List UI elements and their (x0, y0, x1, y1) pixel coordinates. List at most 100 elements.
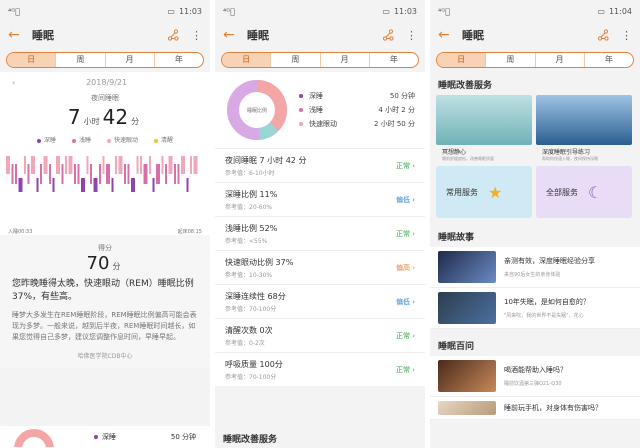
peek-legend: 深睡 (94, 432, 116, 442)
stage-bar (149, 156, 151, 174)
metric-status: 正常 › (395, 332, 415, 340)
tab-month[interactable]: 月 (534, 53, 584, 67)
more-menu-icon[interactable]: ⋮ (621, 29, 632, 42)
qa-title: 喝酒能帮助入睡吗？ (504, 366, 567, 374)
share-icon[interactable] (167, 29, 179, 41)
stage-bar (52, 178, 55, 192)
story-item[interactable]: 亲测有效，深度睡眠经验分享 来自90后女生的亲身体验 (430, 247, 640, 288)
metric-ref: 参考值：70-100分 (225, 374, 277, 381)
section-title-improve: 睡眠改善服务 (215, 426, 425, 448)
service-card-meditation[interactable]: 冥想静心 睡前舒缓放松，改善睡眠质量 (436, 95, 532, 162)
back-arrow-icon[interactable]: ← (8, 27, 28, 43)
date-label: 2018/9/21 (86, 78, 128, 87)
stage-bar (190, 156, 192, 174)
all-services-tile[interactable]: 全部服务 ☾ (536, 166, 632, 218)
tab-week[interactable]: 周 (55, 53, 104, 67)
story-title: 亲测有效，深度睡眠经验分享 (504, 257, 595, 265)
signal-icon: ⁴ᴳ᪲ (8, 6, 20, 16)
tab-day[interactable]: 日 (437, 53, 486, 67)
metric-name: 清醒次数 0次 (225, 326, 273, 335)
metrics-list: 夜间睡眠 7 小时 42 分参考值：6-10小时 正常 › 深睡比例 11% 参考值：… (215, 148, 425, 386)
qa-sub: 睡前饮酒第三弹Q21-Q30 (504, 381, 562, 387)
stage-bar (93, 178, 98, 192)
stage-bar (77, 164, 80, 184)
metric-name: 夜间睡眠 7 小时 42 分 (225, 156, 307, 165)
qa-thumb (438, 360, 496, 392)
tab-year[interactable]: 年 (368, 53, 418, 67)
story-thumb (438, 292, 496, 324)
common-services-tile[interactable]: 常用服务 ★ (436, 166, 532, 218)
metric-row[interactable]: 深睡比例 11% 参考值：20-60% 偏低 › (215, 182, 425, 216)
back-arrow-icon[interactable]: ← (223, 27, 243, 43)
stage-bar (99, 164, 101, 184)
share-icon[interactable] (382, 29, 394, 41)
more-menu-icon[interactable]: ⋮ (406, 29, 417, 42)
metric-ref: 参考值：<55% (225, 238, 268, 245)
stage-bar (177, 164, 180, 184)
metric-row[interactable]: 清醒次数 0次 参考值：0-2次 正常 › (215, 318, 425, 352)
tab-year[interactable]: 年 (583, 53, 633, 67)
signal-icon: ⁴ᴳ᪲ (223, 6, 235, 16)
period-tabs: 日 周 月 年 (436, 52, 634, 68)
status-bar: ⁴ᴳ᪲ ▭ 11:03 (215, 0, 425, 22)
stage-bar (11, 164, 14, 184)
metric-status: 偏低 › (395, 196, 415, 204)
more-menu-icon[interactable]: ⋮ (191, 29, 202, 42)
metric-row[interactable]: 夜间睡眠 7 小时 42 分参考值：6-10小时 正常 › (215, 148, 425, 182)
stage-bar (140, 156, 142, 174)
share-icon[interactable] (597, 29, 609, 41)
back-arrow-icon[interactable]: ← (438, 27, 458, 43)
tab-day[interactable]: 日 (7, 53, 56, 67)
story-thumb (438, 251, 496, 283)
qa-item[interactable]: 睡前玩手机，对身体有伤害吗？ (430, 397, 640, 420)
metric-row[interactable]: 深睡连续性 68分 参考值：70-100分 偏低 › (215, 284, 425, 318)
stage-bar (65, 156, 67, 174)
metric-row[interactable]: 快速眼动比例 37% 参考值：10-30% 偏高 › (215, 250, 425, 284)
prev-day-icon[interactable]: ‹ (12, 78, 15, 87)
stage-bar (74, 164, 76, 184)
ocean-image (536, 95, 632, 145)
daily-card: ‹ 2018/9/21 夜间睡眠 7 小时 42 分 深睡 浅睡 快速眼动 清醒 入睡0… (0, 72, 210, 235)
sleep-stage-chart (6, 156, 198, 192)
stage-bar (27, 164, 30, 184)
stage-bar (36, 178, 39, 192)
story-item[interactable]: 10年失眠，是如何自愈的？ "风来吹，我的世界不是失眠"，花心 (430, 288, 640, 329)
bottom-peek: 深睡 50 分钟 (0, 426, 210, 448)
metric-status: 正常 › (395, 230, 415, 238)
qa-item[interactable]: 喝酒能帮助入睡吗？ 睡前饮酒第三弹Q21-Q30 (430, 356, 640, 397)
stage-bar (61, 164, 64, 184)
app-bar: ← 睡眠 ⋮ (0, 22, 210, 48)
metric-row[interactable]: 呼吸质量 100分 参考值：70-100分 正常 › (215, 352, 425, 386)
stage-bar (161, 156, 164, 174)
meditation-image (436, 95, 532, 145)
tab-week[interactable]: 周 (485, 53, 534, 67)
moon-icon: ☾ (588, 182, 603, 202)
metric-ref: 参考值：20-60% (225, 204, 273, 211)
status-time: 11:04 (608, 6, 632, 16)
app-bar: ← 睡眠 ⋮ (215, 22, 425, 48)
stage-legend: 深睡 浅睡 快速眼动 清醒 (0, 135, 210, 144)
metric-status: 偏高 › (395, 264, 415, 272)
stage-bar (15, 164, 17, 184)
legend-rem: 快速眼动 (107, 135, 138, 144)
stage-bar (193, 156, 198, 174)
score-label: 得分 (98, 244, 112, 252)
stage-bar (24, 156, 26, 174)
tab-week[interactable]: 周 (270, 53, 319, 67)
stage-bar (86, 156, 89, 174)
tab-day[interactable]: 日 (222, 53, 271, 67)
metric-status: 正常 › (395, 366, 415, 374)
sleep-ratio-donut: 睡眠比例 (227, 80, 287, 140)
tab-month[interactable]: 月 (104, 53, 154, 67)
legend-light: 浅睡 (71, 135, 91, 144)
tab-year[interactable]: 年 (153, 53, 203, 67)
tab-month[interactable]: 月 (319, 53, 369, 67)
battery-icon: ▭ (167, 6, 175, 16)
donut-peek (14, 429, 54, 447)
metric-name: 浅睡比例 52% (225, 224, 278, 233)
service-cards: 冥想静心 睡前舒缓放松，改善睡眠质量 深度睡眠引导练习 帮助你快速入睡，夜间保持… (430, 95, 640, 162)
stage-bar (49, 164, 51, 184)
metric-row[interactable]: 浅睡比例 52% 参考值：<55% 正常 › (215, 216, 425, 250)
service-card-deep-sleep[interactable]: 深度睡眠引导练习 帮助你快速入睡，夜间保持深睡 (536, 95, 632, 162)
signal-icon: ⁴ᴳ᪲ (438, 6, 450, 16)
